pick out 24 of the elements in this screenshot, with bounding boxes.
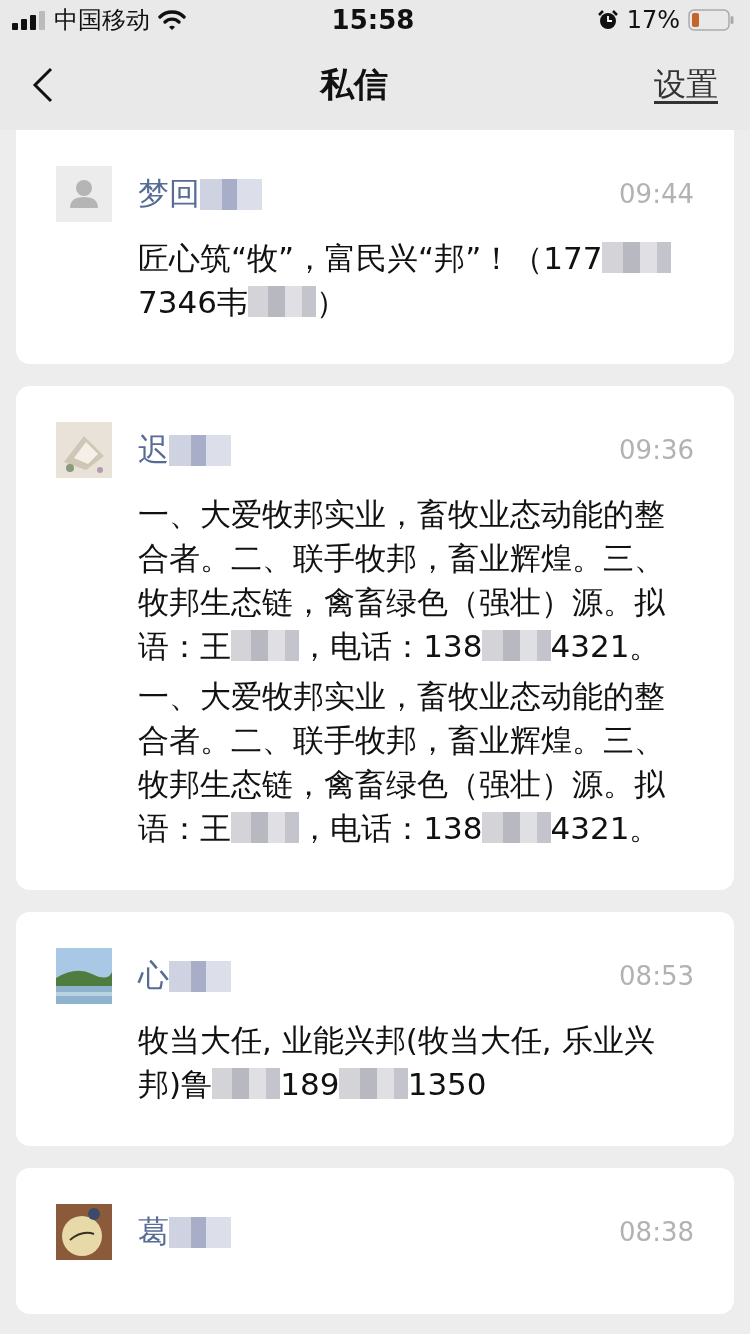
wifi-icon [158, 9, 186, 31]
message-card[interactable]: 梦回 09:44 匠心筑“牧”，富民兴“邦”！（177 7346韦 ） [16, 130, 734, 364]
battery-icon [688, 9, 734, 31]
carrier-name: 中国移动 [54, 5, 150, 36]
message-time: 09:36 [619, 435, 694, 465]
page-title: 私信 [320, 63, 388, 106]
settings-link[interactable]: 设置 [654, 63, 718, 107]
battery-percent: 17% [626, 6, 680, 34]
message-card[interactable]: 心 08:53 牧当大任, 业能兴邦(牧当大任, 乐业兴邦)鲁 189 1350 [16, 912, 734, 1146]
status-time: 15:58 [331, 5, 415, 35]
message-card[interactable]: 葛 08:38 [16, 1168, 734, 1314]
message-time: 08:53 [619, 961, 694, 991]
signal-icon [12, 10, 46, 30]
alarm-icon [596, 9, 619, 31]
avatar-icon [56, 166, 112, 222]
message-time: 08:38 [619, 1217, 694, 1247]
message-text: 匠心筑“牧”，富民兴“邦”！（177 7346韦 ） [138, 236, 694, 324]
message-text: 一、大爱牧邦实业，畜牧业态动能的整合者。二、联手牧邦，畜业辉煌。三、牧邦生态链，禽畜绿色（强壮）源。拟语：王 ，电话：138 4321。 [138, 495, 666, 666]
sender-name: 梦回 [138, 173, 262, 215]
message-card[interactable]: 迟 09:36 一、大爱牧邦实业，畜牧业态动能的整合者。二、联手牧邦，畜业辉煌。三、牧邦生态链，禽畜绿色（强壮）源。拟语：王 ，电话：138 4321。 一、大爱牧邦实业，畜牧业态动能的整合者。二、联手牧邦，畜业辉煌。三、牧邦生态链，禽畜绿色（强壮）源。拟语：王 ，电话：138 4321。 [16, 386, 734, 890]
message-text: 牧当大任, 业能兴邦(牧当大任, 乐业兴邦)鲁 189 1350 [138, 1021, 656, 1104]
message-time: 09:44 [619, 179, 694, 209]
back-icon[interactable] [32, 67, 54, 103]
message-text: 一、大爱牧邦实业，畜牧业态动能的整合者。二、联手牧邦，畜业辉煌。三、牧邦生态链，禽畜绿色（强壮）源。拟语：王 ，电话：138 4321。 [138, 677, 666, 848]
